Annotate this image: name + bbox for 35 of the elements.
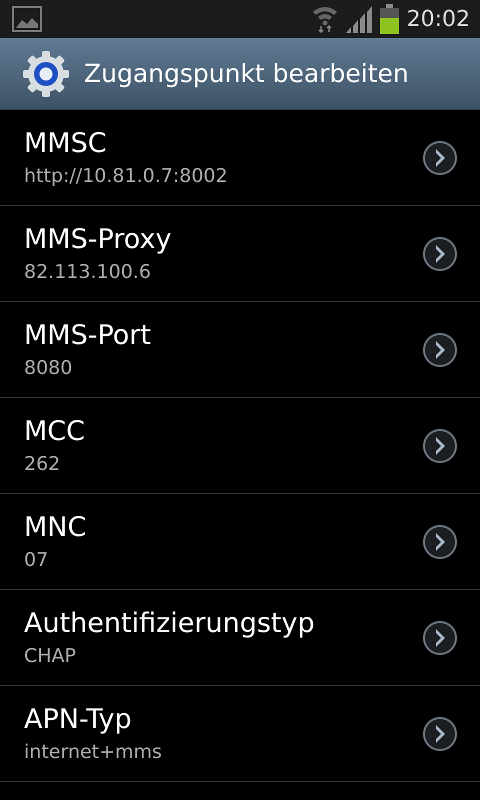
settings-row[interactable]: MMSC http://10.81.0.7:8002 bbox=[0, 110, 480, 206]
chevron-icon bbox=[422, 140, 458, 176]
chevron-icon bbox=[422, 620, 458, 656]
settings-row[interactable]: Authentifizierungstyp CHAP bbox=[0, 590, 480, 686]
setting-value: 262 bbox=[24, 453, 62, 475]
setting-label: Authentifizierungstyp bbox=[24, 608, 316, 639]
setting-label: MCC bbox=[24, 416, 86, 447]
setting-value: 8080 bbox=[24, 357, 74, 379]
wifi-icon bbox=[312, 5, 338, 33]
chevron-icon bbox=[422, 236, 458, 272]
settings-icon bbox=[22, 50, 70, 98]
setting-value: internet+mms bbox=[24, 741, 163, 763]
setting-label: MMS-Port bbox=[24, 320, 152, 351]
image-icon bbox=[12, 6, 42, 32]
setting-label: APN-Typ bbox=[24, 704, 133, 735]
screen-title: Zugangspunkt bearbeiten bbox=[84, 59, 409, 88]
setting-label: MMS-Proxy bbox=[24, 224, 172, 255]
chevron-icon bbox=[422, 428, 458, 464]
settings-row[interactable]: MMS-Proxy 82.113.100.6 bbox=[0, 206, 480, 302]
signal-icon bbox=[346, 5, 374, 33]
settings-row[interactable]: APN-Typ internet+mms bbox=[0, 686, 480, 782]
status-time: 20:02 bbox=[406, 6, 470, 32]
chevron-icon bbox=[422, 716, 458, 752]
settings-row[interactable]: MMS-Port 8080 bbox=[0, 302, 480, 398]
setting-value: 82.113.100.6 bbox=[24, 261, 152, 283]
settings-row[interactable]: MCC 262 bbox=[0, 398, 480, 494]
settings-row[interactable]: MNC 07 bbox=[0, 494, 480, 590]
setting-value: CHAP bbox=[24, 645, 78, 667]
battery-icon bbox=[380, 4, 399, 34]
chevron-icon bbox=[422, 332, 458, 368]
setting-value: 07 bbox=[24, 549, 50, 571]
setting-label: MMSC bbox=[24, 128, 108, 159]
setting-label: MNC bbox=[24, 512, 88, 543]
chevron-icon bbox=[422, 524, 458, 560]
setting-value: http://10.81.0.7:8002 bbox=[24, 165, 229, 187]
